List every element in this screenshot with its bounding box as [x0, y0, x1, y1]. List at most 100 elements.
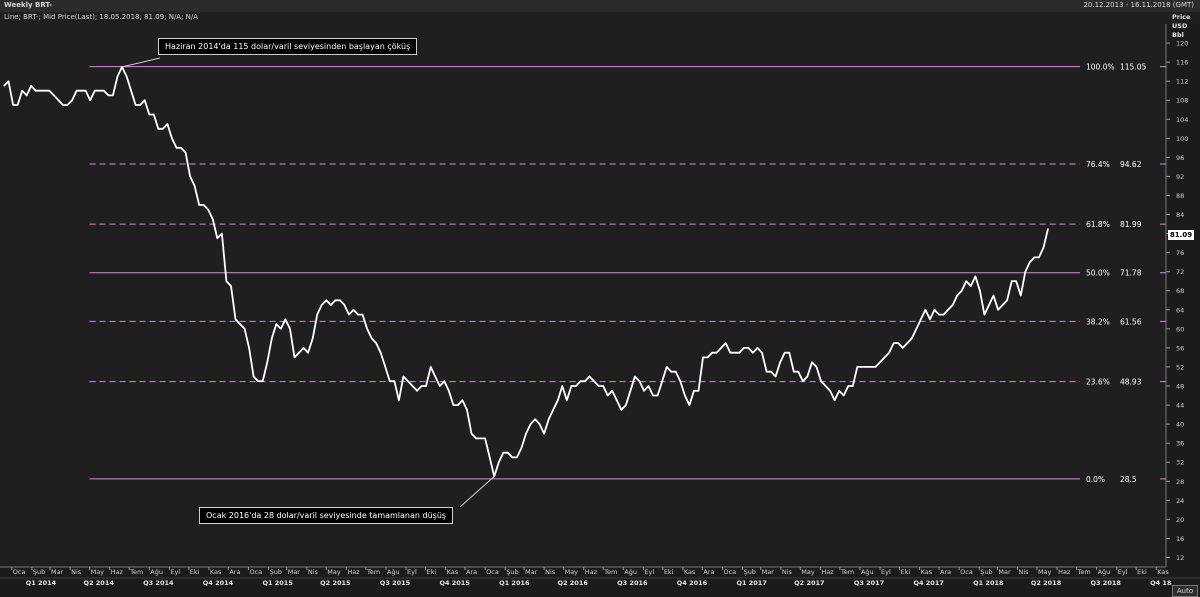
callout-line-top — [121, 57, 161, 68]
data-point — [697, 390, 700, 392]
x-tick-label: Eyl — [644, 568, 654, 576]
data-point — [598, 385, 600, 387]
data-point — [815, 366, 818, 368]
y-tick-label: 112 — [1176, 78, 1188, 86]
data-point — [1015, 280, 1017, 282]
data-point — [380, 352, 382, 354]
data-point — [638, 380, 641, 382]
y-tick-label: 32 — [1176, 459, 1184, 467]
data-point — [71, 99, 73, 101]
data-point — [1038, 256, 1040, 258]
data-point — [992, 294, 995, 297]
data-point — [1011, 280, 1013, 282]
x-tick-label: Eyl — [170, 568, 180, 576]
y-tick-label: 64 — [1176, 306, 1184, 314]
data-point — [879, 361, 881, 363]
data-point — [266, 361, 268, 363]
data-point — [838, 390, 840, 392]
fib-levels: 100.0% 115.05 76.4% 94.62 61.8% 81.99 50.0% 71.… — [89, 61, 1166, 484]
data-point — [584, 380, 586, 382]
data-point — [280, 328, 282, 330]
auto-scale-button[interactable]: Auto — [1172, 585, 1198, 597]
x-tick-label: Haz — [821, 568, 834, 576]
y-tick-label: 68 — [1176, 287, 1184, 295]
data-point — [707, 356, 709, 358]
data-point — [1024, 271, 1026, 273]
data-point — [902, 347, 904, 349]
data-point — [983, 314, 986, 316]
data-point — [752, 352, 754, 354]
data-point — [775, 375, 777, 378]
data-point — [893, 342, 895, 344]
x-tick-label: Kas — [447, 568, 459, 576]
y-tick-label: 92 — [1176, 173, 1184, 181]
quarter-label: Q3 2017 — [854, 579, 884, 587]
data-point — [711, 352, 713, 354]
y-tick-label: 108 — [1176, 97, 1188, 105]
data-point — [561, 385, 563, 387]
x-tick-label: Tem — [1077, 568, 1091, 576]
data-point — [348, 314, 350, 316]
data-point — [39, 90, 41, 92]
data-point — [103, 90, 105, 92]
y-tick-label: 48 — [1176, 383, 1184, 391]
data-point — [121, 66, 123, 68]
x-tick-label: Eyl — [881, 568, 891, 576]
x-tick-label: Ara — [703, 568, 714, 576]
data-point — [566, 399, 568, 401]
data-point — [670, 371, 672, 373]
fib-level-percent: 0.0% — [1086, 475, 1105, 484]
data-point — [1020, 294, 1022, 297]
data-point — [661, 380, 663, 382]
data-point — [253, 375, 255, 378]
data-point — [216, 237, 218, 239]
data-point — [738, 352, 740, 354]
y-tick-label: 88 — [1176, 192, 1184, 200]
data-point — [693, 390, 695, 392]
y-tick-label: 36 — [1176, 440, 1184, 448]
data-point — [865, 366, 868, 368]
data-point — [126, 75, 128, 77]
x-tick-label: Ağu — [150, 568, 163, 576]
x-tick-label: May — [327, 568, 341, 576]
data-point — [98, 90, 100, 92]
x-tick-label: Mar — [288, 568, 301, 576]
data-point — [480, 437, 482, 439]
y-tick-label: 20 — [1176, 516, 1184, 524]
data-point — [26, 94, 28, 96]
fib-level-value: 61.56 — [1120, 317, 1142, 326]
data-point — [107, 94, 109, 96]
data-point — [647, 385, 650, 387]
x-tick-label: Nis — [545, 568, 556, 576]
data-point — [543, 433, 545, 435]
data-point — [80, 90, 82, 92]
data-point — [520, 447, 523, 449]
data-point — [498, 461, 500, 463]
data-point — [452, 404, 454, 406]
x-tick-label: Haz — [1058, 568, 1071, 576]
x-tick-label: Oca — [13, 568, 26, 576]
data-point — [933, 309, 936, 311]
data-point — [430, 366, 432, 368]
data-point — [185, 152, 187, 154]
data-point — [843, 394, 845, 397]
data-point — [911, 337, 913, 339]
data-point — [906, 342, 908, 344]
y-tick-label: 44 — [1176, 402, 1184, 410]
y-tick-label: 52 — [1176, 363, 1184, 371]
data-point — [961, 290, 963, 292]
data-point — [275, 323, 277, 325]
data-point — [593, 380, 595, 382]
data-point — [357, 314, 359, 316]
quarter-label: Q3 2014 — [143, 579, 174, 587]
currency-label: USD — [1172, 22, 1188, 30]
data-point — [416, 390, 418, 392]
data-point — [570, 385, 573, 387]
data-point — [502, 452, 504, 454]
x-tick-label: Kas — [1157, 568, 1169, 576]
data-point — [888, 352, 890, 354]
data-point — [643, 390, 645, 392]
data-point — [257, 380, 259, 382]
data-point — [943, 314, 945, 316]
x-tick-label: Kas — [210, 568, 222, 576]
